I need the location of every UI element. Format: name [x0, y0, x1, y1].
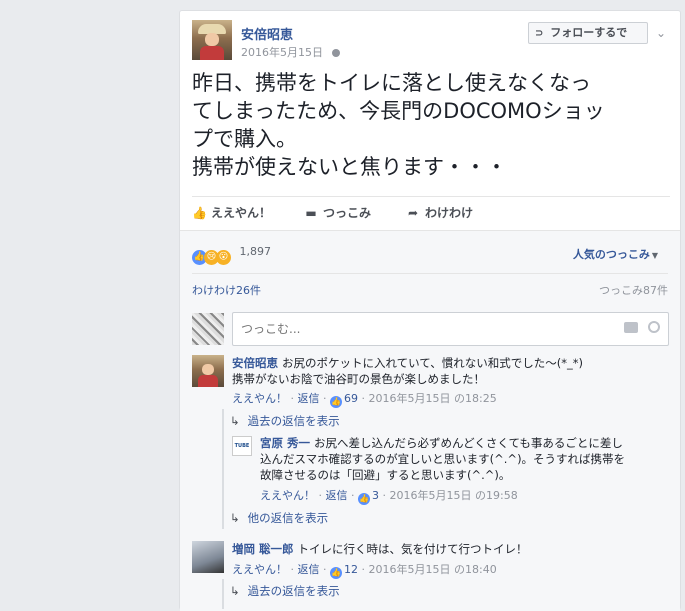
post-meta: 2016年5月15日 [241, 44, 340, 60]
caret-down-icon: ▼ [651, 251, 658, 260]
thread-line [222, 579, 224, 609]
comment-reply-link[interactable]: 返信 [298, 392, 320, 405]
like-label: ええやん！ [211, 206, 272, 220]
follow-button[interactable]: ⊃ フォローするで [528, 22, 648, 44]
follow-label: フォローするで [550, 26, 628, 39]
reply-meta: ええやん！ · 返信 · 👍 3 · 2016年5月15日 の19:58 [260, 489, 518, 505]
comment-like-count[interactable]: 12 [344, 563, 358, 576]
view-more-replies[interactable]: ↳ 他の返信を表示 [230, 510, 328, 526]
comments-count[interactable]: つっこみ87件 [599, 282, 668, 298]
comment-text: 携帯がないお陰で油谷町の景色が楽しめました！ [232, 372, 485, 386]
view-previous-replies-label: 過去の返信を表示 [247, 414, 340, 428]
comment-body: 安倍昭恵 お尻のポケットに入れていて、慣れない和式でした〜(*_*) 携帯がないお… [232, 355, 583, 387]
view-previous-replies[interactable]: ↳ 過去の返信を表示 [230, 583, 340, 599]
comment-text: トイレに行く時は、気を付けて行つトイレ！ [297, 542, 528, 556]
comment-like-link[interactable]: ええやん！ [232, 563, 287, 576]
like-badge-icon: 👍 [330, 396, 342, 408]
view-previous-replies-label: 過去の返信を表示 [247, 584, 340, 598]
comment-icon: ▬ [305, 206, 317, 220]
reply-like-count[interactable]: 3 [372, 489, 379, 502]
reply-reply-link[interactable]: 返信 [326, 489, 348, 502]
reply-arrow-icon: ↳ [230, 414, 240, 428]
comment-author[interactable]: 増岡 聡一郎 [232, 542, 294, 556]
share-arrow-icon: ➦ [407, 206, 419, 220]
post-card: 安倍昭恵 2016年5月15日 ⊃ フォローするで ⌄ 昨日、携帯をトイレに落と… [179, 10, 681, 611]
wow-reaction-icon: 😮 [216, 250, 231, 265]
reply-arrow-icon: ↳ [230, 584, 240, 598]
comment-avatar[interactable] [192, 541, 224, 573]
like-button[interactable]: 👍 ええやん！ [192, 204, 271, 221]
sort-comments-dropdown[interactable]: 人気のつっこみ ▼ [573, 246, 658, 262]
comment-input-box[interactable] [232, 312, 669, 346]
comment-like-link[interactable]: ええやん！ [232, 392, 287, 405]
shares-count[interactable]: わけわけ26件 [192, 282, 261, 298]
reply-author[interactable]: 宮原 秀一 [260, 436, 310, 450]
divider [192, 273, 668, 274]
sort-label: 人気のつっこみ [572, 248, 650, 261]
comment-time[interactable]: 2016年5月15日 の18:40 [369, 563, 497, 576]
view-more-replies-label: 他の返信を表示 [247, 511, 329, 525]
reply-body: 宮原 秀一 お尻へ差し込んだら必ずめんどくさくても事あるごとに差し 込んだスマホ確… [260, 435, 625, 483]
comment-author[interactable]: 安倍昭恵 [232, 356, 278, 370]
comment-meta: ええやん！ · 返信 · 👍 69 · 2016年5月15日 の18:25 [232, 392, 497, 408]
comment-body: 増岡 聡一郎 トイレに行く時は、気を付けて行つトイレ！ [232, 541, 528, 557]
like-badge-icon: 👍 [358, 493, 370, 505]
comment-reply-link[interactable]: 返信 [298, 563, 320, 576]
thread-line [222, 409, 224, 529]
post-text-line: プで購入。 [192, 127, 297, 151]
comment-avatar[interactable] [192, 355, 224, 387]
chevron-down-icon[interactable]: ⌄ [656, 26, 666, 40]
comment-button[interactable]: ▬ つっこみ [304, 204, 371, 221]
comment-label: つっこみ [323, 206, 372, 220]
globe-icon [331, 49, 340, 57]
post-date[interactable]: 2016年5月15日 [241, 46, 323, 59]
like-badge-icon: 👍 [330, 567, 342, 579]
comment-time[interactable]: 2016年5月15日 の18:25 [369, 392, 497, 405]
reply-text: お尻へ差し込んだら必ずめんどくさくても事あるごとに差し [314, 436, 623, 450]
emoji-icon[interactable] [648, 321, 660, 333]
share-label: わけわけ [425, 206, 474, 220]
feedback-section: 👍😢😮 1,897 人気のつっこみ▼ わけわけ26件 つっこみ87件 安倍昭恵お… [180, 230, 680, 611]
reply-text: 故障させるのは「回避」すると思います(^.^)。 [260, 468, 511, 482]
reactions-summary[interactable]: 👍 😢 😮 1,897 [192, 245, 271, 265]
reaction-count: 1,897 [239, 245, 272, 258]
rss-icon: ⊃ [535, 28, 544, 39]
post-text-line: てしまったため、今長門のDOCOMOショッ [192, 99, 605, 123]
reply-time[interactable]: 2016年5月15日 の19:58 [390, 489, 518, 502]
post-author-name[interactable]: 安倍昭恵 [241, 24, 293, 43]
author-avatar[interactable] [192, 20, 232, 60]
reply-like-link[interactable]: ええやん！ [260, 489, 315, 502]
view-previous-replies[interactable]: ↳ 過去の返信を表示 [230, 413, 340, 429]
post-text: 昨日、携帯をトイレに落とし使えなくなっ てしまったため、今長門のDOCOMOショ… [192, 69, 672, 181]
comment-meta: ええやん！ · 返信 · 👍 12 · 2016年5月15日 の18:40 [232, 563, 497, 579]
current-user-avatar [192, 313, 224, 345]
reply-text: 込んだスマホ確認するのが宜しいと思います(^.^)。そうすれば携帯を [260, 452, 626, 466]
post-text-line: 昨日、携帯をトイレに落とし使えなくなっ [192, 71, 591, 95]
comment-text: お尻のポケットに入れていて、慣れない和式でした〜(*_*) [282, 356, 583, 370]
reply-arrow-icon: ↳ [230, 511, 240, 525]
divider [192, 196, 670, 197]
comment-input[interactable] [239, 321, 603, 337]
share-button[interactable]: ➦ わけわけ [406, 204, 473, 221]
camera-icon[interactable] [624, 322, 638, 333]
comment-like-count[interactable]: 69 [344, 392, 358, 405]
reply-avatar[interactable]: TUBE [232, 436, 252, 456]
post-text-line: 携帯が使えないと焦ります・・・ [192, 155, 507, 179]
thumbs-up-icon: 👍 [192, 206, 207, 220]
